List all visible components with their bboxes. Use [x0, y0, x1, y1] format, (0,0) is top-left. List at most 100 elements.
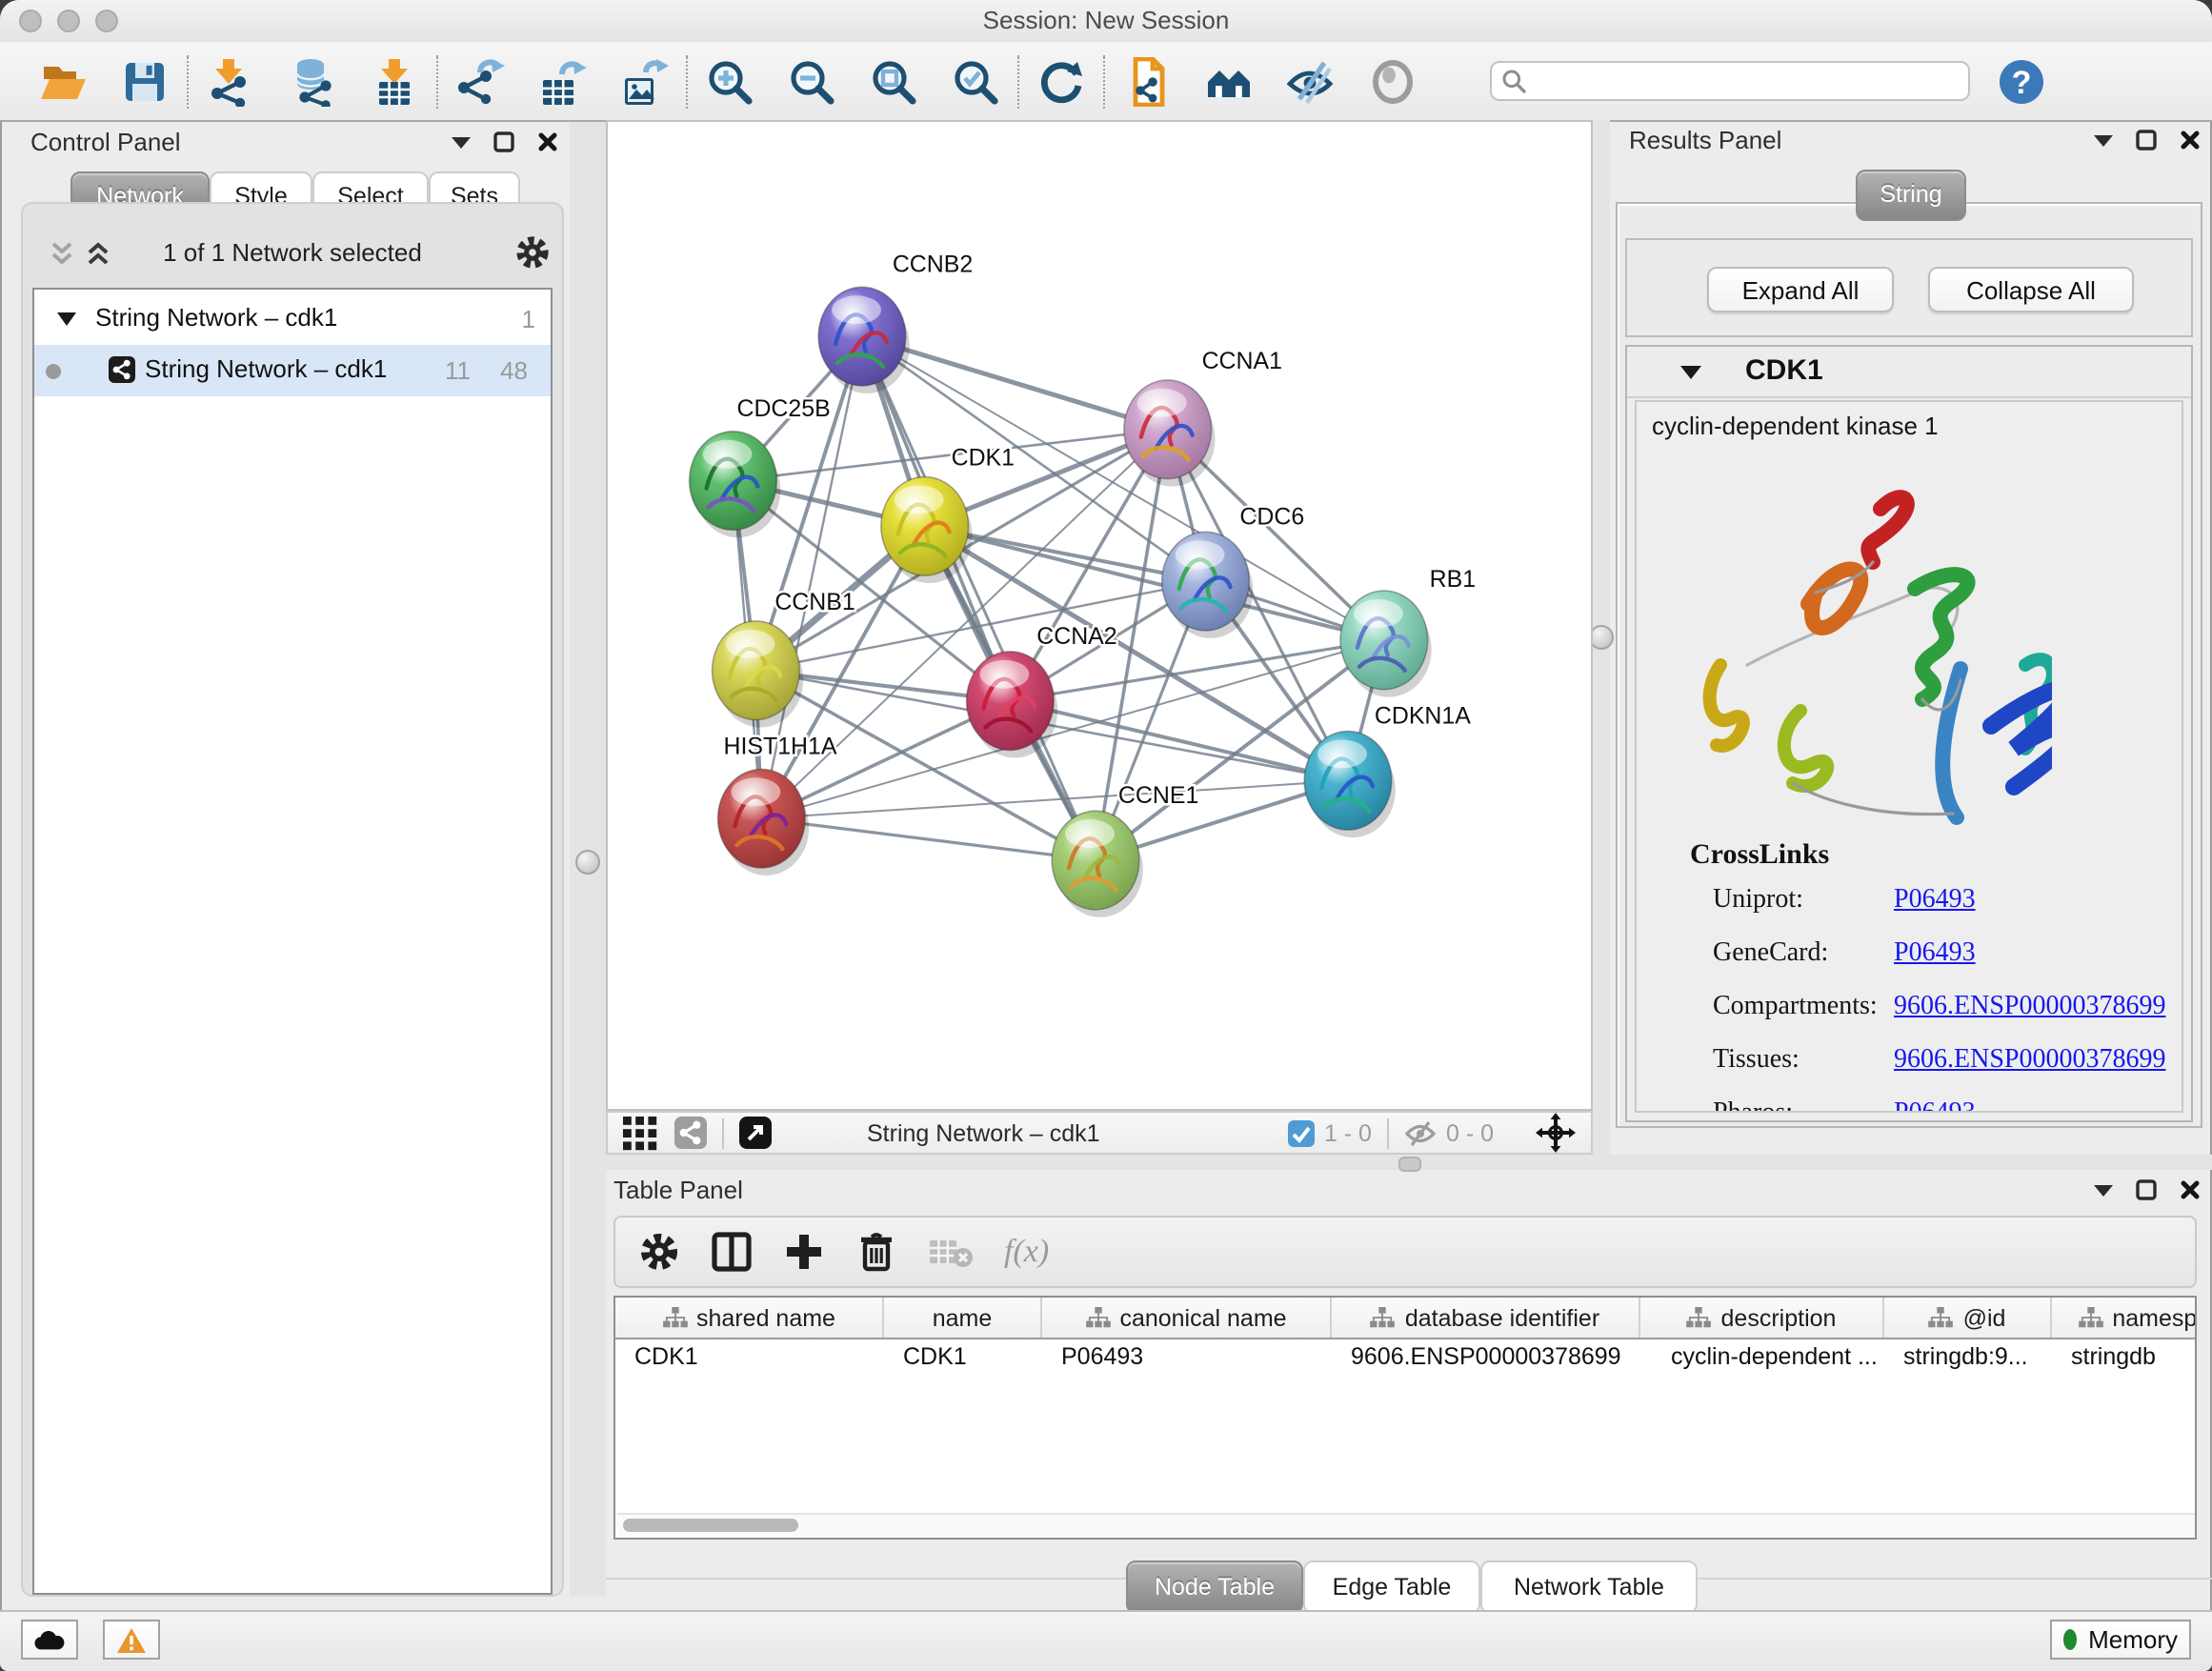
hidden-eye-icon[interactable]: [1404, 1119, 1437, 1146]
crosslink-link[interactable]: 9606.ENSP00000378699: [1894, 993, 2165, 1023]
node-CCNA2[interactable]: [967, 652, 1058, 758]
crosslink-link[interactable]: P06493: [1894, 939, 1976, 970]
tab-network-table[interactable]: Network Table: [1480, 1560, 1698, 1614]
open-session-icon[interactable]: [38, 56, 88, 106]
tab-string[interactable]: String: [1856, 170, 1966, 221]
float-panel-icon[interactable]: [2136, 130, 2157, 151]
float-panel-icon[interactable]: [2136, 1179, 2157, 1200]
node-table: shared name name canonical name database…: [613, 1296, 2197, 1540]
crosslink-row: Uniprot:P06493: [1713, 886, 1803, 916]
close-panel-icon[interactable]: [2180, 130, 2201, 151]
node-CDC25B[interactable]: [690, 432, 781, 538]
node-CCNE1[interactable]: [1052, 811, 1143, 917]
open-in-window-icon[interactable]: [739, 1117, 772, 1149]
collapse-all-button[interactable]: Collapse All: [1928, 267, 2134, 312]
string-badge-icon[interactable]: [674, 1117, 707, 1149]
cell-database-identifier[interactable]: 9606.ENSP00000378699: [1332, 1338, 1640, 1379]
delete-column-icon[interactable]: [855, 1231, 897, 1273]
sitemap-icon: [662, 1307, 687, 1328]
edge-CCNB2-CCNE1[interactable]: [862, 336, 1096, 860]
table-row[interactable]: CDK1 CDK1 P06493 9606.ENSP00000378699 cy…: [615, 1338, 2197, 1379]
export-image-icon[interactable]: [619, 56, 669, 106]
tab-node-table[interactable]: Node Table: [1126, 1560, 1303, 1614]
pan-crosshair-icon[interactable]: [1536, 1113, 1576, 1153]
horizontal-scrollbar[interactable]: [617, 1513, 2195, 1536]
zoom-fit-icon[interactable]: [869, 56, 918, 106]
crosslink-link[interactable]: 9606.ENSP00000378699: [1894, 1046, 2165, 1077]
zoom-out-icon[interactable]: [787, 56, 836, 106]
show-all-icon[interactable]: [1368, 56, 1418, 106]
cell-description[interactable]: cyclin-dependent ...: [1640, 1338, 1884, 1379]
warnings-button[interactable]: [103, 1620, 160, 1660]
column-header[interactable]: canonical name: [1042, 1298, 1332, 1338]
crosslink-link[interactable]: P06493: [1894, 1099, 1976, 1113]
close-panel-icon[interactable]: [537, 131, 558, 152]
cell-shared-name[interactable]: CDK1: [615, 1338, 884, 1379]
column-header[interactable]: namespace: [2052, 1298, 2197, 1338]
panel-menu-icon[interactable]: [2094, 132, 2113, 148]
collapse-section-icon[interactable]: [1680, 364, 1701, 381]
show-columns-icon[interactable]: [711, 1231, 753, 1273]
tree-expander-icon[interactable]: [57, 311, 76, 326]
close-panel-icon[interactable]: [2180, 1179, 2201, 1200]
node-CDKN1A[interactable]: [1304, 732, 1396, 838]
import-network-from-file-icon[interactable]: [206, 56, 255, 106]
share-document-icon[interactable]: [1122, 56, 1172, 106]
import-network-from-database-icon[interactable]: [288, 56, 337, 106]
network-canvas[interactable]: CCNB2CCNA1CDC25BCDK1CDC6RB1CCNB1CCNA2CDK…: [606, 120, 1593, 1111]
splitter-handle[interactable]: [575, 850, 600, 875]
cell-name[interactable]: CDK1: [884, 1338, 1042, 1379]
vertical-splitter-left[interactable]: [570, 122, 606, 1597]
crosslink-link[interactable]: P06493: [1894, 886, 1976, 916]
zoom-in-icon[interactable]: [705, 56, 754, 106]
help-icon[interactable]: ?: [1997, 56, 2046, 106]
horizontal-splitter[interactable]: [606, 1155, 2212, 1170]
toolbar-separator: [187, 54, 189, 108]
column-header[interactable]: description: [1640, 1298, 1884, 1338]
scrollbar-thumb[interactable]: [623, 1519, 798, 1532]
table-header-row: shared name name canonical name database…: [615, 1298, 2197, 1339]
float-panel-icon[interactable]: [493, 131, 514, 152]
export-table-icon[interactable]: [537, 56, 587, 106]
node-CDC6[interactable]: [1162, 532, 1254, 638]
cloud-status-button[interactable]: [21, 1620, 78, 1660]
export-network-icon[interactable]: [455, 56, 505, 106]
cell-canonical-name[interactable]: P06493: [1042, 1338, 1332, 1379]
selected-checkbox-icon[interactable]: [1288, 1119, 1315, 1146]
network-row-selected[interactable]: String Network – cdk1 11 48: [34, 345, 551, 396]
column-header[interactable]: @id: [1884, 1298, 2052, 1338]
memory-button[interactable]: Memory: [2050, 1620, 2191, 1660]
zoom-selected-icon[interactable]: [951, 56, 1000, 106]
node-CDK1[interactable]: [881, 477, 973, 584]
cell-namespace[interactable]: stringdb: [2052, 1338, 2197, 1379]
cell-id[interactable]: stringdb:9...: [1884, 1338, 2052, 1379]
node-CCNB2[interactable]: [818, 287, 910, 393]
column-header[interactable]: name: [884, 1298, 1042, 1338]
refresh-icon[interactable]: [1036, 56, 1086, 106]
edge-HIST1H1A-CCNE1[interactable]: [761, 818, 1096, 860]
network-graph[interactable]: CCNB2CCNA1CDC25BCDK1CDC6RB1CCNB1CCNA2CDK…: [608, 122, 1591, 1109]
save-session-icon[interactable]: [120, 56, 170, 106]
search-input[interactable]: [1490, 61, 1970, 101]
node-label-CCNA1: CCNA1: [1202, 348, 1282, 374]
node-CCNB1[interactable]: [713, 621, 804, 728]
table-settings-gear-icon[interactable]: [638, 1231, 680, 1273]
vertical-splitter-right[interactable]: [1593, 120, 1610, 1155]
protein-card-header[interactable]: CDK1: [1627, 347, 2191, 398]
grid-mode-icon[interactable]: [623, 1116, 657, 1150]
home-icon[interactable]: [1204, 56, 1254, 106]
panel-menu-icon[interactable]: [2094, 1182, 2113, 1198]
node-RB1[interactable]: [1340, 591, 1432, 697]
tab-edge-table[interactable]: Edge Table: [1303, 1560, 1480, 1614]
toolbar-separator: [436, 54, 438, 108]
expand-all-button[interactable]: Expand All: [1707, 267, 1894, 312]
gear-icon[interactable]: [514, 234, 551, 271]
network-collection-row[interactable]: String Network – cdk1 1: [34, 293, 551, 345]
column-header[interactable]: shared name: [615, 1298, 884, 1338]
node-CCNA1[interactable]: [1124, 380, 1216, 487]
panel-menu-icon[interactable]: [452, 134, 471, 150]
import-table-from-file-icon[interactable]: [370, 56, 419, 106]
hide-unselected-icon[interactable]: [1286, 56, 1336, 106]
column-header[interactable]: database identifier: [1332, 1298, 1640, 1338]
add-column-icon[interactable]: [783, 1231, 825, 1273]
